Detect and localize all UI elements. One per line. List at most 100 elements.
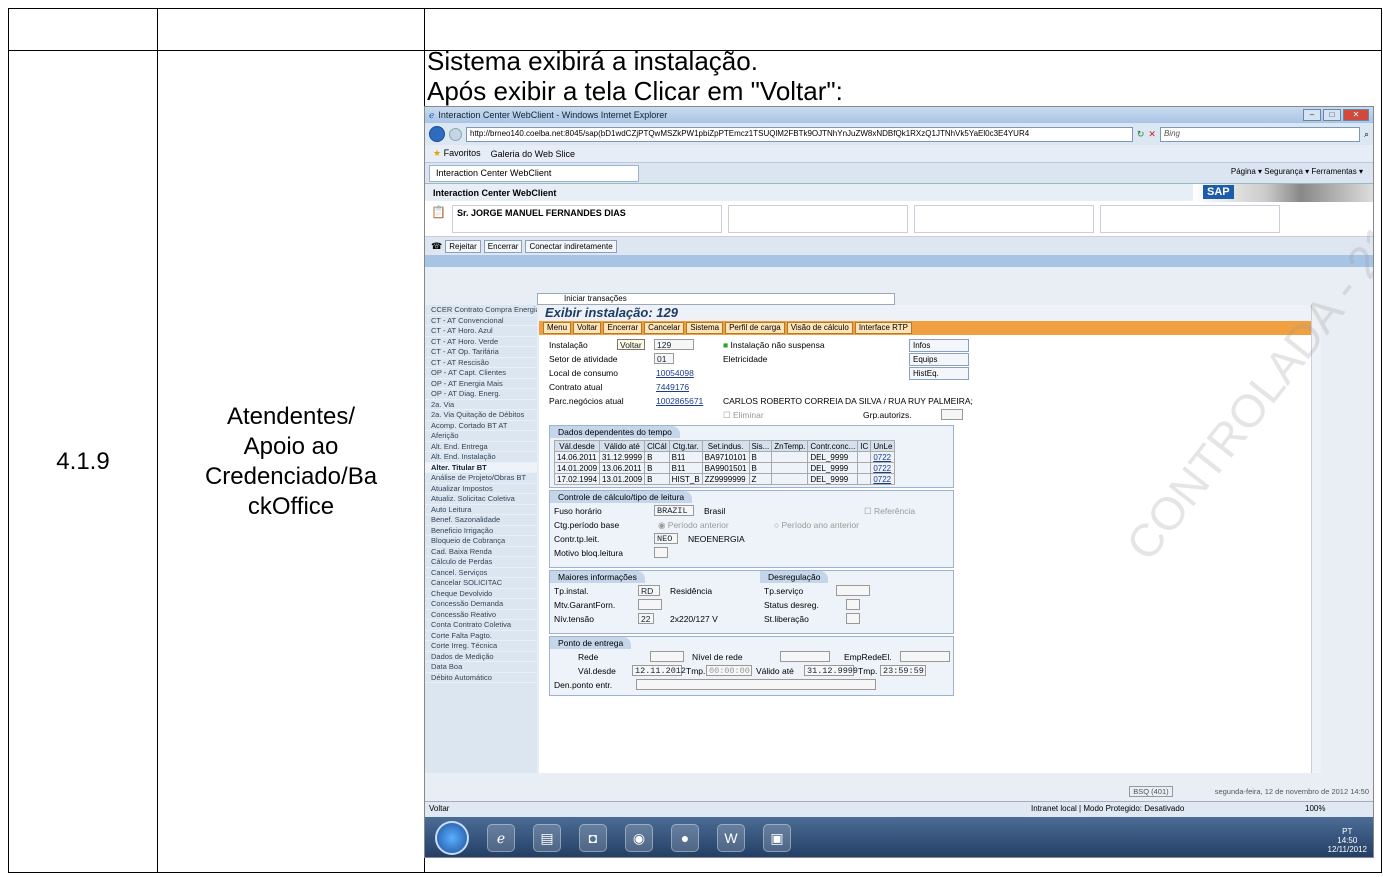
side-menu-item[interactable]: Alt. End. Instalação <box>425 452 537 463</box>
side-menu-item[interactable]: OP - AT Capt. Clientes <box>425 368 537 379</box>
bsq-indicator[interactable]: BSQ (401) <box>1129 786 1173 797</box>
previous-period-radio[interactable]: Período anterior <box>668 520 729 530</box>
contract-link[interactable]: 7449176 <box>656 381 689 393</box>
delete-checkbox[interactable]: Eliminar <box>733 410 764 420</box>
side-menu-item[interactable]: Dados de Medição <box>425 652 537 662</box>
search-field[interactable]: Bing <box>1159 126 1360 142</box>
sap-taskbar-icon[interactable]: ▣ <box>763 824 791 852</box>
column-header[interactable]: Set.indus. <box>701 440 750 452</box>
close-button[interactable]: ✕ <box>1343 109 1369 121</box>
side-menu-item[interactable]: CT - AT Horo. Azul <box>425 326 537 337</box>
side-menu-item[interactable]: Cancelar SOLICITAC <box>425 578 537 589</box>
side-menu-item[interactable]: Cad. Baixa Renda <box>425 547 537 557</box>
side-menu-item[interactable]: OP - AT Energia Mais <box>425 379 537 389</box>
side-menu-item[interactable]: Atualiz. Solicitac Coletiva <box>425 494 537 505</box>
column-header[interactable]: Válido até <box>599 440 646 452</box>
start-button[interactable] <box>435 821 469 855</box>
end-screen-button[interactable]: Encerrar <box>603 322 643 334</box>
refresh-icon[interactable]: ↻ <box>1137 129 1145 140</box>
vertical-scrollbar[interactable] <box>1311 305 1321 773</box>
search-icon[interactable]: ⌕ <box>1364 129 1369 140</box>
word-taskbar-icon[interactable]: W <box>717 824 745 852</box>
side-menu-item[interactable]: Conta Contrato Coletiva <box>425 620 537 631</box>
side-menu-item[interactable]: CT - AT Rescisão <box>425 358 537 368</box>
minimize-button[interactable]: – <box>1303 109 1321 121</box>
side-menu-item[interactable]: Análise de Projeto/Obras BT <box>425 473 537 484</box>
side-menu-item[interactable]: Concessão Demanda <box>425 599 537 610</box>
side-menu-item[interactable]: Cheque Devolvido <box>425 589 537 599</box>
side-menu-item[interactable]: Benef. Sazonalidade <box>425 515 537 526</box>
side-menu-item[interactable]: Corte Irreg. Técnica <box>425 641 537 652</box>
language-indicator[interactable]: PT <box>1342 827 1352 836</box>
forward-button[interactable] <box>449 127 462 141</box>
side-menu-item[interactable]: Corte Falta Pagto. <box>425 631 537 641</box>
calc-view-button[interactable]: Visão de cálculo <box>786 322 853 334</box>
side-menu-item[interactable]: Alter. Titular BT <box>425 462 537 473</box>
side-menu-item[interactable]: Débito Automático <box>425 673 537 683</box>
side-menu-item[interactable]: OP - AT Diag. Energ. <box>425 389 537 400</box>
rtp-interface-button[interactable]: Interface RTP <box>854 322 913 334</box>
column-header[interactable]: Sis... <box>748 440 773 452</box>
maximize-button[interactable]: □ <box>1323 109 1341 121</box>
column-header[interactable]: ZnTemp. <box>771 440 809 452</box>
favorites-button[interactable]: ★ Favoritos <box>433 148 481 159</box>
equips-button[interactable]: Equips <box>909 353 969 366</box>
outlook-taskbar-icon[interactable]: ◘ <box>579 824 607 852</box>
reference-checkbox[interactable]: Referência <box>874 506 915 516</box>
side-menu-item[interactable]: Acomp. Cortado BT AT <box>425 421 537 431</box>
zoom-level[interactable]: 100% <box>1305 802 1325 816</box>
browser-tab[interactable]: Interaction Center WebClient <box>429 164 639 182</box>
load-profile-button[interactable]: Perfil de carga <box>725 322 785 334</box>
infos-button[interactable]: Infos <box>909 339 969 352</box>
release-value <box>846 613 860 624</box>
side-menu-item[interactable]: Beneficio Irrigação <box>425 526 537 536</box>
column-header[interactable]: Contr.conc... <box>807 440 859 452</box>
back-button[interactable] <box>429 126 445 142</box>
side-menu-item[interactable]: Concessão Reativo <box>425 610 537 620</box>
app-taskbar-icon[interactable]: ◉ <box>625 824 653 852</box>
indirect-connect-button[interactable]: Conectar indiretamente <box>525 239 617 253</box>
column-header[interactable]: UnLe <box>870 440 896 452</box>
side-menu-item[interactable]: Atualizar Impostos <box>425 484 537 494</box>
table-row[interactable]: 17.02.1994 13.01.2009 B HIST_B ZZ9999999 Z DEL… <box>553 473 896 485</box>
side-menu-item[interactable]: CCER Contrato Compra Energia <box>425 305 537 316</box>
reject-button[interactable]: Rejeitar <box>445 239 481 253</box>
url-field[interactable]: http://brneo140.coelba.net:8045/sap(bD1w… <box>466 126 1133 142</box>
side-menu-item[interactable]: Bloqueio de Cobrança <box>425 536 537 547</box>
side-menu-item[interactable]: CT - AT Horo. Verde <box>425 337 537 347</box>
stop-icon[interactable]: ✕ <box>1148 129 1156 140</box>
side-menu-item[interactable]: CT - AT Convencional <box>425 316 537 326</box>
column-header[interactable]: Ctg.tar. <box>668 440 703 452</box>
column-header[interactable]: IC <box>857 440 872 452</box>
menu-button[interactable]: Menu <box>543 322 572 334</box>
back-button[interactable]: Voltar <box>573 322 602 334</box>
folder-taskbar-icon[interactable]: ▤ <box>533 824 561 852</box>
side-menu-item[interactable]: Auto Leitura <box>425 505 537 515</box>
side-menu-item[interactable]: 2a. Via Quitação de Débitos <box>425 410 537 421</box>
web-slice-link[interactable]: Galeria do Web Slice <box>491 149 575 159</box>
previous-year-radio[interactable]: Período ano anterior <box>782 520 860 530</box>
side-menu-item[interactable]: Cancel. Serviços <box>425 568 537 578</box>
side-menu-item[interactable]: 2a. Via <box>425 400 537 410</box>
side-menu-item[interactable]: CT - AT Op. Tarifária <box>425 347 537 358</box>
cancel-button[interactable]: Cancelar <box>644 322 685 334</box>
time-from-value: 00:00:00 <box>706 665 752 676</box>
column-header[interactable]: Vál.desde <box>553 440 601 452</box>
command-bar[interactable]: Página ▾ Segurança ▾ Ferramentas ▾ <box>1231 167 1363 176</box>
table-row[interactable]: 14.06.2011 31.12.9999 B B11 BA9710101 B DEL_99… <box>553 451 896 463</box>
consumption-link[interactable]: 10054098 <box>656 367 694 379</box>
histeq-button[interactable]: HistEq. <box>909 367 969 380</box>
side-menu-item[interactable]: Data Boa <box>425 662 537 673</box>
side-menu-item[interactable]: Alt. End. Entrega <box>425 442 537 452</box>
column-header[interactable]: ClCál <box>644 440 670 452</box>
end-button[interactable]: Encerrar <box>483 239 523 253</box>
partner-link[interactable]: 1002865671 <box>656 395 703 407</box>
table-row[interactable]: 14.01.2009 13.06.2011 B B11 BA9901501 B DEL_99… <box>553 462 896 474</box>
firefox-taskbar-icon[interactable]: ● <box>671 824 699 852</box>
side-menu-item[interactable]: Aferição <box>425 431 537 442</box>
system-button[interactable]: Sistema <box>686 322 724 334</box>
ie-taskbar-icon[interactable]: ℯ <box>487 824 515 852</box>
side-menu-item[interactable]: Cálculo de Perdas <box>425 557 537 568</box>
transactions-select[interactable]: Iniciar transações <box>537 293 895 305</box>
table-cell: 0722 <box>870 462 896 474</box>
